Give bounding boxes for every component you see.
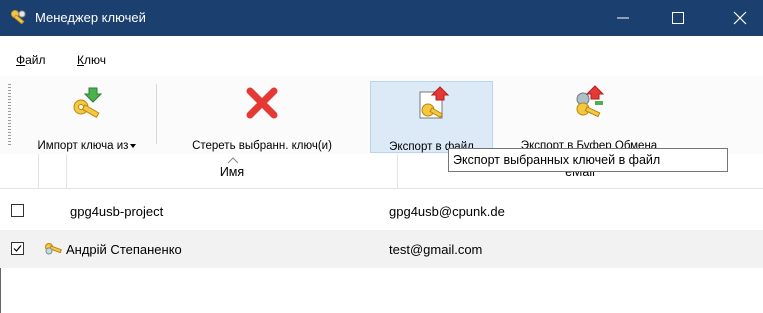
key-email: gpg4usb@cpunk.de (389, 204, 505, 219)
table-row[interactable]: gpg4usb-project gpg4usb@cpunk.de (0, 192, 763, 230)
maximize-icon (672, 12, 684, 24)
column-header-name[interactable]: Имя (67, 165, 397, 179)
close-button[interactable] (717, 0, 763, 36)
key-name: gpg4usb-project (70, 204, 164, 219)
title-bar: Менеджер ключей (0, 0, 763, 36)
erase-selected-keys-label: Стереть выбранн. ключ(и) (192, 140, 332, 152)
table-row[interactable]: Андрій Степаненко test@gmail.com (0, 230, 763, 268)
row-checkbox[interactable] (11, 204, 24, 217)
menu-key-accel: К (77, 53, 84, 67)
column-divider[interactable] (38, 154, 39, 188)
tooltip: Экспорт выбранных ключей в файл (448, 148, 728, 172)
toolbar-separator (156, 84, 157, 144)
menu-file-accel: Ф (16, 53, 26, 67)
menu-file[interactable]: Файл (16, 53, 46, 67)
erase-selected-keys-button[interactable]: Стереть выбранн. ключ(и) (163, 81, 361, 153)
export-to-clipboard-button[interactable]: Экспорт в Буфер Обмена (494, 81, 684, 153)
import-key-button[interactable]: Импорт ключа из (22, 81, 152, 153)
toolbar: Импорт ключа из Стереть выбранн. ключ(и)… (0, 76, 763, 154)
list-border (0, 268, 1, 313)
key-pair-icon (45, 243, 62, 255)
minimize-icon (617, 17, 629, 19)
row-checkbox[interactable] (11, 242, 24, 255)
menu-key[interactable]: Ключ (77, 53, 106, 67)
import-key-label: Импорт ключа из (37, 140, 129, 152)
key-name: Андрій Степаненко (66, 242, 182, 257)
window-title: Менеджер ключей (35, 10, 146, 25)
checkmark-icon (13, 245, 22, 252)
delete-icon (246, 87, 278, 119)
toolbar-grip[interactable] (8, 84, 11, 146)
minimize-button[interactable] (600, 0, 646, 36)
key-manager-icon (11, 10, 26, 25)
sort-ascending-icon (227, 157, 239, 164)
export-file-icon (419, 86, 449, 119)
menu-file-label: айл (25, 53, 46, 67)
export-to-file-button[interactable]: Экспорт в файл (370, 81, 493, 153)
maximize-button[interactable] (655, 0, 701, 36)
menu-key-label: люч (84, 53, 106, 67)
chevron-down-icon (130, 143, 137, 148)
menu-bar: Файл Ключ (0, 36, 763, 77)
import-key-icon (73, 87, 103, 119)
key-email: test@gmail.com (389, 242, 483, 257)
close-icon (733, 11, 747, 25)
export-clipboard-icon (576, 85, 605, 118)
